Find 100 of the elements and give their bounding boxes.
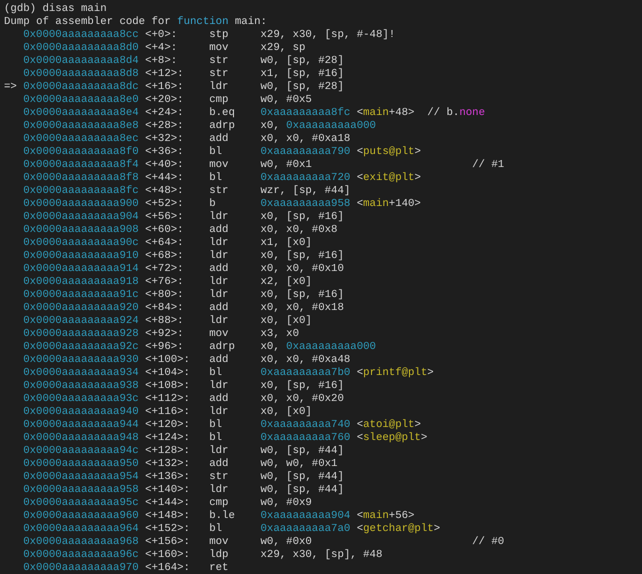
instruction-offset: <+24>: — [145, 107, 184, 120]
instruction-address: 0x0000aaaaaaaaa90c — [23, 237, 139, 250]
instruction-operands: w0, #0x0 // #0 — [260, 536, 504, 549]
instruction-operands: x2, [x0] — [260, 276, 312, 289]
instruction-offset: <+32>: — [145, 133, 184, 146]
instruction-address: 0x0000aaaaaaaaa8ec — [23, 133, 139, 146]
instruction-offset: <+56>: — [145, 211, 184, 224]
instruction-operands: wzr, [sp, #44] — [260, 185, 350, 198]
instruction-mnemonic: stp — [209, 29, 228, 42]
current-instruction-arrow: => — [4, 81, 17, 93]
instruction-mnemonic: mov — [209, 42, 228, 55]
instruction-offset: <+156>: — [145, 536, 190, 549]
instruction-operands: 0xaaaaaaaaa904 <main+56> — [260, 510, 414, 523]
dump-header: Dump of assembler code for function main: — [4, 16, 267, 28]
instruction-offset: <+112>: — [145, 393, 190, 406]
instruction-mnemonic: str — [209, 471, 228, 484]
instruction-address: 0x0000aaaaaaaaa908 — [23, 224, 139, 237]
instruction-mnemonic: add — [209, 224, 228, 237]
instruction-operands: x3, x0 — [260, 328, 299, 341]
instruction-offset: <+36>: — [145, 146, 184, 159]
instruction-offset: <+12>: — [145, 68, 184, 81]
instruction-operands: x1, [sp, #16] — [260, 68, 344, 81]
instruction-address: 0x0000aaaaaaaaa8fc — [23, 185, 139, 198]
command-prompt: (gdb) disas main — [4, 3, 107, 15]
instruction-operands: x0, [sp, #16] — [260, 250, 344, 263]
instruction-operands: x0, x0, #0xa18 — [260, 133, 350, 146]
instruction-mnemonic: str — [209, 68, 228, 81]
instruction-offset: <+132>: — [145, 458, 190, 471]
instruction-mnemonic: add — [209, 302, 228, 315]
instruction-offset: <+76>: — [145, 276, 184, 289]
instruction-mnemonic: mov — [209, 536, 228, 549]
instruction-operands: x0, x0, #0x18 — [260, 302, 344, 315]
instruction-address: 0x0000aaaaaaaaa8d0 — [23, 42, 139, 55]
instruction-mnemonic: ret — [209, 562, 228, 574]
instruction-mnemonic: b.le — [209, 510, 235, 523]
instruction-operands: 0xaaaaaaaaa790 <puts@plt> — [260, 146, 421, 159]
instruction-offset: <+104>: — [145, 367, 190, 380]
instruction-address: 0x0000aaaaaaaaa8dc — [23, 81, 139, 94]
instruction-offset: <+48>: — [145, 185, 184, 198]
instruction-operands: 0xaaaaaaaaa760 <sleep@plt> — [260, 432, 428, 445]
instruction-offset: <+72>: — [145, 263, 184, 276]
instruction-offset: <+68>: — [145, 250, 184, 263]
instruction-address: 0x0000aaaaaaaaa8e0 — [23, 94, 139, 107]
instruction-address: 0x0000aaaaaaaaa958 — [23, 484, 139, 497]
instruction-mnemonic: ldr — [209, 250, 228, 263]
instruction-offset: <+60>: — [145, 224, 184, 237]
instruction-address: 0x0000aaaaaaaaa900 — [23, 198, 139, 211]
instruction-address: 0x0000aaaaaaaaa904 — [23, 211, 139, 224]
instruction-offset: <+84>: — [145, 302, 184, 315]
instruction-offset: <+92>: — [145, 328, 184, 341]
instruction-offset: <+4>: — [145, 42, 178, 55]
instruction-operands: w0, w0, #0x1 — [260, 458, 338, 471]
instruction-operands: w0, [sp, #28] — [260, 55, 344, 68]
instruction-offset: <+128>: — [145, 445, 190, 458]
instruction-address: 0x0000aaaaaaaaa8e8 — [23, 120, 139, 133]
instruction-address: 0x0000aaaaaaaaa918 — [23, 276, 139, 289]
instruction-address: 0x0000aaaaaaaaa930 — [23, 354, 139, 367]
instruction-mnemonic: ldr — [209, 445, 228, 458]
instruction-address: 0x0000aaaaaaaaa94c — [23, 445, 139, 458]
instruction-operands: w0, [sp, #44] — [260, 445, 344, 458]
instruction-address: 0x0000aaaaaaaaa928 — [23, 328, 139, 341]
instruction-mnemonic: adrp — [209, 120, 235, 133]
instruction-address: 0x0000aaaaaaaaa914 — [23, 263, 139, 276]
instruction-address: 0x0000aaaaaaaaa8f4 — [23, 159, 139, 172]
instruction-address: 0x0000aaaaaaaaa938 — [23, 380, 139, 393]
instruction-address: 0x0000aaaaaaaaa944 — [23, 419, 139, 432]
instruction-offset: <+124>: — [145, 432, 190, 445]
instruction-operands: x0, [sp, #16] — [260, 289, 344, 302]
instruction-offset: <+88>: — [145, 315, 184, 328]
instruction-operands: w0, [sp, #44] — [260, 484, 344, 497]
instruction-address: 0x0000aaaaaaaaa950 — [23, 458, 139, 471]
instruction-address: 0x0000aaaaaaaaa95c — [23, 497, 139, 510]
instruction-mnemonic: bl — [209, 419, 222, 432]
instruction-mnemonic: bl — [209, 146, 222, 159]
instruction-offset: <+164>: — [145, 562, 190, 574]
instruction-mnemonic: ldr — [209, 380, 228, 393]
instruction-address: 0x0000aaaaaaaaa924 — [23, 315, 139, 328]
instruction-mnemonic: b — [209, 198, 216, 211]
instruction-offset: <+20>: — [145, 94, 184, 107]
instruction-address: 0x0000aaaaaaaaa8d8 — [23, 68, 139, 81]
instruction-address: 0x0000aaaaaaaaa960 — [23, 510, 139, 523]
instruction-mnemonic: add — [209, 458, 228, 471]
instruction-address: 0x0000aaaaaaaaa920 — [23, 302, 139, 315]
instruction-address: 0x0000aaaaaaaaa964 — [23, 523, 139, 536]
instruction-address: 0x0000aaaaaaaaa8e4 — [23, 107, 139, 120]
instruction-operands: x29, x30, [sp, #-48]! — [260, 29, 396, 42]
instruction-address: 0x0000aaaaaaaaa948 — [23, 432, 139, 445]
instruction-mnemonic: ldr — [209, 211, 228, 224]
instruction-operands: w0, #0x9 — [260, 497, 312, 510]
instruction-operands: w0, #0x1 // #1 — [260, 159, 504, 172]
instruction-offset: <+120>: — [145, 419, 190, 432]
instruction-address: 0x0000aaaaaaaaa910 — [23, 250, 139, 263]
instruction-address: 0x0000aaaaaaaaa96c — [23, 549, 139, 562]
instruction-mnemonic: bl — [209, 432, 222, 445]
instruction-mnemonic: add — [209, 133, 228, 146]
instruction-offset: <+52>: — [145, 198, 184, 211]
instruction-operands: x0, 0xaaaaaaaaa000 — [260, 341, 376, 354]
instruction-operands: x0, x0, #0xa48 — [260, 354, 350, 367]
instruction-offset: <+136>: — [145, 471, 190, 484]
instruction-address: 0x0000aaaaaaaaa8d4 — [23, 55, 139, 68]
